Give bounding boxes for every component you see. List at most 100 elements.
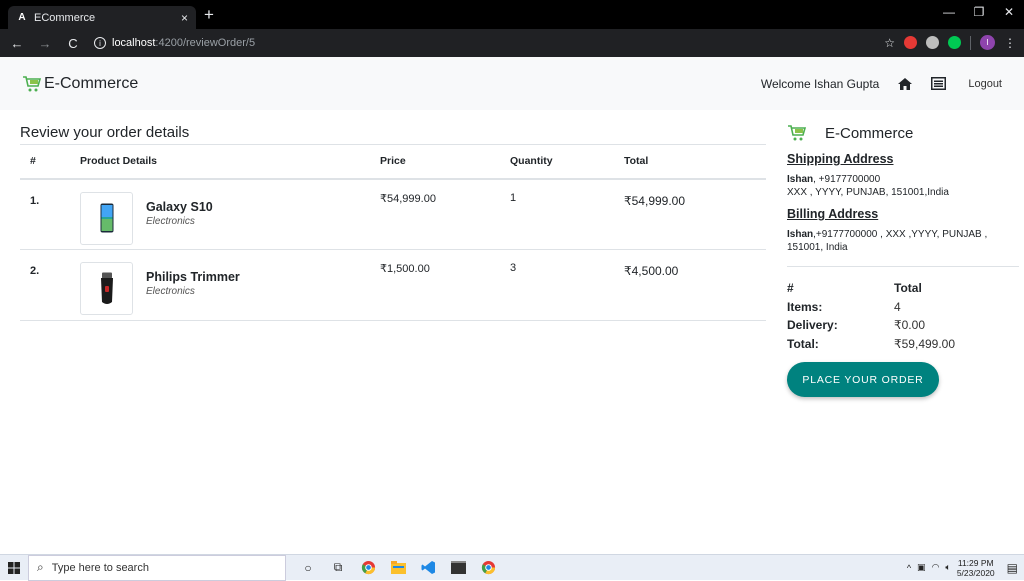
taskbar-pinned-apps: ○ ⧉ (300, 560, 496, 576)
shipping-phone: , +9177700000 (813, 174, 881, 185)
row-number: 1. (20, 178, 70, 250)
shopping-cart-icon (788, 125, 807, 141)
shipping-name: Ishan (787, 174, 814, 185)
table-row: 1. Galaxy S10 Electronics ₹54,999.00 1 ₹… (20, 178, 766, 250)
taskbar-search-input[interactable]: ⌕ Type here to search (28, 554, 286, 581)
chrome-menu-icon[interactable]: ⋮ (1004, 36, 1016, 50)
terminal-icon[interactable] (450, 560, 466, 576)
orders-list-icon[interactable] (931, 77, 947, 90)
home-icon[interactable] (897, 77, 913, 91)
extensions-area: ☆ I ⋮ (884, 35, 1016, 50)
summary-items-row: Items: 4 (787, 298, 1019, 317)
quantity-cell: 3 (500, 249, 614, 321)
system-clock[interactable]: 11:29 PM 5/23/2020 (957, 558, 995, 578)
billing-address-title: Billing Address (787, 207, 879, 221)
close-tab-icon[interactable]: × (181, 11, 188, 25)
chrome-app-icon[interactable] (360, 560, 376, 576)
bookmark-star-icon[interactable]: ☆ (884, 36, 895, 50)
extension-globe-icon[interactable] (926, 36, 939, 49)
browser-tab[interactable]: A ECommerce × (8, 6, 196, 29)
place-order-button[interactable]: PLACE YOUR ORDER (787, 362, 939, 397)
extension-red-icon[interactable] (904, 36, 917, 49)
reload-icon[interactable]: C (62, 36, 84, 51)
info-icon[interactable]: i (94, 37, 106, 49)
product-thumbnail-trimmer[interactable] (80, 262, 133, 315)
total-cell: ₹54,999.00 (614, 178, 766, 250)
new-tab-button[interactable]: + (204, 5, 214, 25)
extension-green-icon[interactable] (948, 36, 961, 49)
billing-address: Ishan,+9177700000 , XXX ,YYYY, PUNJAB , … (787, 228, 1019, 254)
product-category: Electronics (146, 215, 195, 227)
summary-header-value: Total (894, 281, 922, 296)
tray-chevron-up-icon[interactable]: ^ (907, 563, 911, 573)
shipping-address-line: XXX , YYYY, PUNJAB, 151001,India (787, 187, 949, 198)
address-bar: ← → C i localhost :4200/reviewOrder/5 ☆ … (0, 29, 1024, 57)
shipping-address-title: Shipping Address (787, 152, 894, 166)
order-review-section: Review your order details # Product Deta… (20, 110, 766, 321)
app-navbar: E-Commerce Welcome Ishan Gupta Logout (0, 57, 1024, 110)
delivery-value: ₹0.00 (894, 318, 925, 333)
column-header-total: Total (614, 144, 766, 180)
wifi-icon[interactable]: ◠ (932, 562, 940, 573)
windows-start-button[interactable] (0, 555, 28, 581)
forward-arrow-icon[interactable]: → (34, 36, 56, 51)
angular-favicon-icon: A (18, 12, 26, 23)
product-name[interactable]: Galaxy S10 (146, 200, 213, 214)
table-header-row: # Product Details Price Quantity Total (20, 144, 766, 180)
url-host: localhost (112, 37, 156, 49)
column-header-price: Price (370, 144, 500, 180)
search-placeholder: Type here to search (51, 561, 149, 574)
profile-avatar-icon[interactable]: I (980, 35, 995, 50)
brand-text: E-Commerce (44, 74, 139, 92)
windows-taskbar: ⌕ Type here to search ○ ⧉ ^ ▣ ◠ 🔈︎ 11:29… (0, 554, 1024, 581)
sidebar-brand: E-Commerce (787, 124, 1019, 142)
total-label: Total: (787, 336, 819, 351)
billing-name: Ishan (787, 229, 814, 240)
summary-header-key: # (787, 281, 794, 296)
minimize-icon[interactable]: — (934, 5, 964, 19)
welcome-text: Welcome Ishan Gupta (760, 76, 880, 91)
clock-time: 11:29 PM (957, 557, 994, 568)
navbar-right: Welcome Ishan Gupta Logout (761, 77, 1002, 91)
back-arrow-icon[interactable]: ← (6, 36, 28, 51)
task-view-icon[interactable]: ⧉ (330, 560, 346, 576)
window-controls: — ❐ ✕ (934, 5, 1024, 19)
url-field[interactable]: i localhost :4200/reviewOrder/5 (94, 37, 255, 49)
summary-header-row: # Total (787, 279, 1019, 298)
tab-title: ECommerce (34, 11, 96, 24)
volume-icon[interactable]: 🔈︎ (945, 562, 950, 573)
windows-logo-icon (8, 561, 20, 574)
vscode-icon[interactable] (420, 560, 436, 576)
product-cell: Galaxy S10 Electronics (70, 178, 370, 250)
system-tray: ^ ▣ ◠ 🔈︎ 11:29 PM 5/23/2020 ▤ (907, 558, 1024, 578)
chrome-app-icon-2[interactable] (480, 560, 496, 576)
logout-link[interactable]: Logout (968, 78, 1002, 90)
price-summary: # Total Items: 4 Delivery: ₹0.00 Total: … (787, 279, 1019, 353)
table-row: 2. Philips Trimmer Electronics ₹1,500.00… (20, 249, 766, 321)
column-header-quantity: Quantity (500, 144, 614, 180)
browser-tab-strip: A ECommerce × + — ❐ ✕ (0, 0, 1024, 29)
product-cell: Philips Trimmer Electronics (70, 249, 370, 321)
trimmer-image-icon (100, 272, 113, 304)
notifications-icon[interactable]: ▤ (1007, 561, 1018, 575)
shipping-address: Ishan, +9177700000 XXX , YYYY, PUNJAB, 1… (787, 173, 1019, 199)
total-value: ₹59,499.00 (894, 336, 956, 351)
navbar-brand[interactable]: E-Commerce (22, 75, 138, 93)
restore-icon[interactable]: ❐ (964, 5, 994, 19)
sidebar-brand-text: E-Commerce (825, 124, 914, 142)
price-cell: ₹54,999.00 (370, 178, 500, 250)
toolbar-divider (970, 35, 971, 50)
shopping-cart-icon (23, 75, 42, 91)
phone-image-icon (100, 203, 113, 233)
delivery-label: Delivery: (787, 318, 838, 333)
close-window-icon[interactable]: ✕ (994, 5, 1024, 19)
cortana-icon[interactable]: ○ (300, 560, 316, 576)
items-label: Items: (787, 299, 823, 314)
product-name[interactable]: Philips Trimmer (146, 270, 240, 284)
product-thumbnail-phone[interactable] (80, 191, 133, 245)
tray-app-icon[interactable]: ▣ (917, 562, 926, 573)
row-number: 2. (20, 249, 70, 321)
sidebar-divider (787, 266, 1019, 267)
file-explorer-icon[interactable] (390, 560, 406, 576)
total-cell: ₹4,500.00 (614, 249, 766, 321)
